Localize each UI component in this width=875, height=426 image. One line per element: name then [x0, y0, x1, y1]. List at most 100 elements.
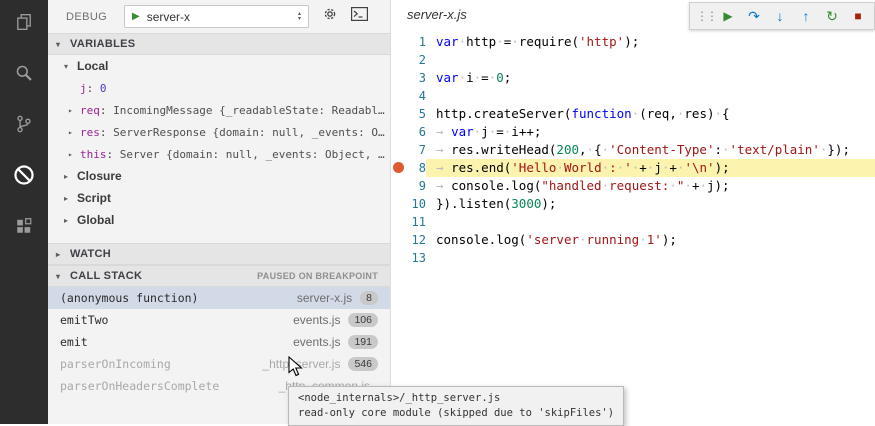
debug-toolbar: ⋮⋮ ▶ ↷ ↓ ↑ ↻ ■: [689, 2, 875, 30]
variable-scope-row[interactable]: ▸ Script: [48, 187, 390, 209]
variable-scope-row[interactable]: ▸ Global: [48, 209, 390, 231]
code-line[interactable]: 3 var·i·=·0;: [391, 69, 875, 87]
code-line[interactable]: 11: [391, 213, 875, 231]
code-line[interactable]: 2: [391, 51, 875, 69]
editor-tab[interactable]: server-x.js: [407, 7, 467, 22]
callstack-frame-row[interactable]: (anonymous function) server-x.js 8: [48, 287, 390, 309]
activity-item-search[interactable]: [8, 57, 40, 89]
variable-scope-row[interactable]: ▾ Local: [48, 55, 390, 77]
breakpoint-gutter[interactable]: [391, 141, 406, 159]
code-line[interactable]: 10 }).listen(3000);: [391, 195, 875, 213]
breakpoint-gutter[interactable]: [391, 231, 406, 249]
variable-separator: :: [100, 126, 113, 139]
code-text[interactable]: http.createServer(function·(req,·res)·{: [426, 105, 875, 123]
line-number[interactable]: 12: [406, 231, 426, 249]
line-number[interactable]: 5: [406, 105, 426, 123]
scope-label: Script: [77, 191, 111, 205]
line-number[interactable]: 11: [406, 213, 426, 231]
watch-section-label: WATCH: [70, 248, 111, 260]
activity-item-explorer[interactable]: [8, 6, 40, 38]
breakpoint-gutter[interactable]: [391, 51, 406, 69]
callstack-frame-row[interactable]: emit events.js 191: [48, 331, 390, 353]
configure-gear-button[interactable]: [322, 6, 338, 27]
code-text[interactable]: var·i·=·0;: [426, 69, 875, 87]
line-number[interactable]: 6: [406, 123, 426, 141]
line-number[interactable]: 4: [406, 87, 426, 105]
chevron-icon: ▾: [64, 62, 77, 71]
code-text[interactable]: → res.end('Hello·World·:·'·+·j·+·'\n');: [426, 159, 875, 177]
activity-item-source-control[interactable]: [8, 108, 40, 140]
breakpoint-gutter[interactable]: [391, 195, 406, 213]
sidebar-header: DEBUG ▶ server-x ▴▾: [48, 0, 390, 33]
variable-row[interactable]: ▸ res: ServerResponse {domain: null, _ev…: [48, 121, 390, 143]
line-number[interactable]: 1: [406, 33, 426, 51]
variable-row[interactable]: ▸ req: IncomingMessage {_readableState: …: [48, 99, 390, 121]
variables-chevron: ▾: [56, 40, 70, 49]
code-text[interactable]: → res.writeHead(200,·{·'Content-Type':·'…: [426, 141, 875, 159]
breakpoint-gutter[interactable]: [391, 123, 406, 141]
frame-function-name: emit: [60, 335, 293, 349]
breakpoint-gutter[interactable]: [391, 33, 406, 51]
code-line[interactable]: 9 → console.log("handled·request:·"·+·j)…: [391, 177, 875, 195]
variables-list: ▾ Local j: 0 ▸ req: IncomingMessage {_re…: [48, 55, 390, 231]
search-icon: [15, 64, 33, 82]
line-number[interactable]: 2: [406, 51, 426, 69]
variable-value: IncomingMessage {_readableState: Readabl…: [113, 104, 385, 117]
code-line[interactable]: 1 var·http·=·require('http');: [391, 33, 875, 51]
code-line[interactable]: 8 → res.end('Hello·World·:·'·+·j·+·'\n')…: [391, 159, 875, 177]
callstack-frame-row[interactable]: parserOnIncoming _http_server.js 546: [48, 353, 390, 375]
code-text[interactable]: [426, 213, 875, 231]
watch-section-header[interactable]: ▸ WATCH: [48, 243, 390, 265]
line-number[interactable]: 13: [406, 249, 426, 267]
start-debug-icon[interactable]: ▶: [132, 12, 140, 22]
drag-handle-button[interactable]: ⋮⋮: [696, 3, 712, 29]
variables-section-header[interactable]: ▾ VARIABLES: [48, 33, 390, 55]
frame-function-name: parserOnIncoming: [60, 357, 262, 371]
code-text[interactable]: [426, 249, 875, 267]
stop-button[interactable]: ■: [848, 3, 868, 29]
code-text[interactable]: console.log('server·running·1');: [426, 231, 875, 249]
debug-sidebar: DEBUG ▶ server-x ▴▾: [48, 0, 390, 424]
restart-button[interactable]: ↻: [822, 3, 842, 29]
line-number[interactable]: 3: [406, 69, 426, 87]
variable-scope-row[interactable]: ▸ Closure: [48, 165, 390, 187]
code-line[interactable]: 6 → var·j·=·i++;: [391, 123, 875, 141]
step-into-button[interactable]: ↓: [770, 3, 790, 29]
callstack-frame-row[interactable]: emitTwo events.js 106: [48, 309, 390, 331]
code-line[interactable]: 13: [391, 249, 875, 267]
code-area[interactable]: 1 var·http·=·require('http'); 2 3 var·i·…: [391, 33, 875, 267]
breakpoint-gutter[interactable]: [391, 249, 406, 267]
step-out-button[interactable]: ↑: [796, 3, 816, 29]
breakpoint-gutter[interactable]: [391, 213, 406, 231]
activity-item-debug[interactable]: [8, 159, 40, 191]
activity-item-extensions[interactable]: [8, 210, 40, 242]
breakpoint-gutter[interactable]: [391, 87, 406, 105]
code-line[interactable]: 5 http.createServer(function·(req,·res)·…: [391, 105, 875, 123]
code-line[interactable]: 4: [391, 87, 875, 105]
code-text[interactable]: [426, 87, 875, 105]
breakpoint-gutter[interactable]: [391, 69, 406, 87]
code-text[interactable]: → var·j·=·i++;: [426, 123, 875, 141]
callstack-section-header[interactable]: ▾ CALL STACK PAUSED ON BREAKPOINT: [48, 265, 390, 287]
step-over-button[interactable]: ↷: [744, 3, 764, 29]
debug-console-button[interactable]: [351, 7, 368, 26]
debug-config-picker[interactable]: ▶ server-x ▴▾: [124, 5, 309, 28]
continue-button[interactable]: ▶: [718, 3, 738, 29]
breakpoint-gutter[interactable]: [391, 159, 406, 177]
line-number[interactable]: 10: [406, 195, 426, 213]
breakpoint-gutter[interactable]: [391, 105, 406, 123]
call-stack-list: (anonymous function) server-x.js 8 emitT…: [48, 287, 390, 397]
code-text[interactable]: var·http·=·require('http');: [426, 33, 875, 51]
breakpoint-gutter[interactable]: [391, 177, 406, 195]
console-icon: [351, 7, 368, 26]
variable-row[interactable]: j: 0: [48, 77, 390, 99]
code-line[interactable]: 7 → res.writeHead(200,·{·'Content-Type':…: [391, 141, 875, 159]
line-number[interactable]: 9: [406, 177, 426, 195]
line-number[interactable]: 8: [406, 159, 426, 177]
code-text[interactable]: [426, 51, 875, 69]
variable-row[interactable]: ▸ this: Server {domain: null, _events: O…: [48, 143, 390, 165]
code-line[interactable]: 12 console.log('server·running·1');: [391, 231, 875, 249]
code-text[interactable]: → console.log("handled·request:·"·+·j);: [426, 177, 875, 195]
line-number[interactable]: 7: [406, 141, 426, 159]
code-text[interactable]: }).listen(3000);: [426, 195, 875, 213]
